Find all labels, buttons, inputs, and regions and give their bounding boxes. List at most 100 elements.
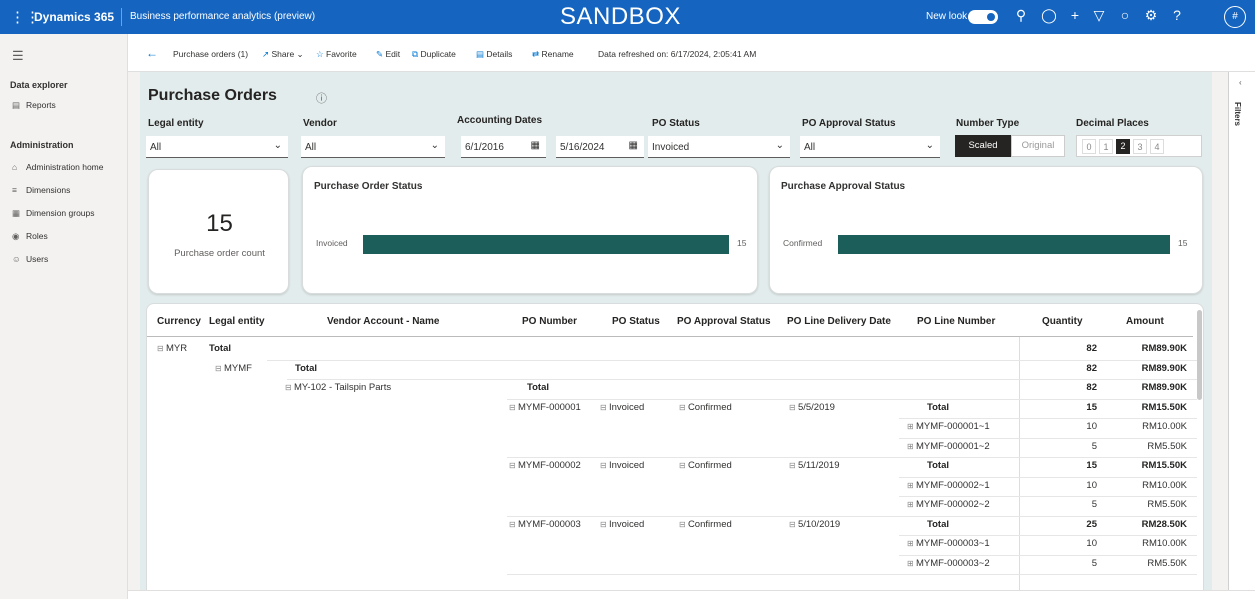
collapse-icon[interactable]: ⊟	[789, 520, 798, 529]
module-name[interactable]: Business performance analytics (preview)	[130, 11, 315, 22]
avatar[interactable]: #	[1224, 6, 1246, 28]
po-approval-cell[interactable]: ⊟ Confirmed	[679, 402, 732, 413]
help-icon[interactable]: ⓘ	[316, 90, 327, 106]
decimal-option-2[interactable]: 2	[1116, 139, 1130, 154]
column-header-amount[interactable]: Amount	[1126, 316, 1164, 327]
po-status-dropdown[interactable]: Invoiced ⌄	[648, 136, 790, 158]
po-number-cell[interactable]: ⊟ MYMF-000002	[509, 460, 581, 471]
column-header-currency[interactable]: Currency	[157, 316, 201, 327]
po-line-number-cell[interactable]: ⊞ MYMF-000003~2	[907, 558, 990, 569]
filters-pane-label[interactable]: Filters	[1233, 102, 1242, 126]
po-approval-status-chart[interactable]: Purchase Approval Status Confirmed 15	[769, 166, 1203, 294]
breadcrumb[interactable]: Purchase orders (1)	[173, 49, 248, 59]
vendor-cell[interactable]: ⊟ MY-102 - Tailspin Parts	[285, 382, 391, 393]
expand-icon[interactable]: ⊞	[907, 481, 916, 490]
po-line-number-cell[interactable]: ⊞ MYMF-000002~2	[907, 499, 990, 510]
delivery-date-cell[interactable]: ⊟ 5/10/2019	[789, 519, 840, 530]
back-arrow-icon[interactable]: ←	[146, 46, 158, 60]
collapse-icon[interactable]: ⊟	[285, 383, 294, 392]
currency-cell[interactable]: ⊟ MYR	[157, 343, 187, 354]
collapse-icon[interactable]: ⊟	[600, 403, 609, 412]
settings-icon[interactable]: ⚙	[1142, 7, 1160, 24]
expand-icon[interactable]: ⊞	[907, 422, 916, 431]
po-line-number-cell[interactable]: ⊞ MYMF-000001~2	[907, 441, 990, 452]
notification-icon[interactable]: ○	[1116, 7, 1134, 23]
bar[interactable]	[838, 235, 1170, 254]
decimal-option-3[interactable]: 3	[1133, 139, 1147, 154]
expand-icon[interactable]: ⊞	[907, 500, 916, 509]
kpi-card[interactable]: 15 Purchase order count	[148, 169, 289, 294]
filter-icon[interactable]: ▽	[1090, 7, 1108, 24]
collapse-icon[interactable]: ⊟	[509, 403, 518, 412]
po-approval-status-dropdown[interactable]: All ⌄	[800, 136, 940, 158]
column-header-po-line-number[interactable]: PO Line Number	[917, 316, 995, 327]
vendor-dropdown[interactable]: All ⌄	[301, 136, 445, 158]
column-header-po-approval-status[interactable]: PO Approval Status	[677, 316, 771, 327]
po-status-cell[interactable]: ⊟ Invoiced	[600, 402, 644, 413]
start-date-input[interactable]: 6/1/2016 ▦	[461, 136, 546, 158]
column-header-quantity[interactable]: Quantity	[1042, 316, 1083, 327]
collapse-icon[interactable]: ⊟	[679, 461, 688, 470]
add-icon[interactable]: +	[1066, 7, 1084, 23]
end-date-input[interactable]: 5/16/2024 ▦	[556, 136, 644, 158]
rename-button[interactable]: ⇄ Rename	[532, 49, 574, 60]
help-icon[interactable]: ?	[1168, 7, 1186, 23]
edit-button[interactable]: ✎ Edit	[376, 49, 400, 60]
hamburger-icon[interactable]: ☰	[12, 48, 24, 64]
collapse-icon[interactable]: ⊟	[215, 364, 224, 373]
column-header-vendor[interactable]: Vendor Account - Name	[327, 316, 439, 327]
delivery-date-cell[interactable]: ⊟ 5/5/2019	[789, 402, 835, 413]
nav-item-reports[interactable]: ▤ Reports	[12, 100, 56, 111]
expand-icon[interactable]: ⊞	[907, 539, 916, 548]
po-status-chart[interactable]: Purchase Order Status Invoiced 15	[302, 166, 758, 294]
po-status-cell[interactable]: ⊟ Invoiced	[600, 519, 644, 530]
search-icon[interactable]: ⚲	[1012, 7, 1030, 24]
new-look-toggle[interactable]	[968, 10, 998, 24]
collapse-icon[interactable]: ⊟	[679, 403, 688, 412]
collapse-icon[interactable]: ⊟	[679, 520, 688, 529]
po-line-number-cell[interactable]: ⊞ MYMF-000003~1	[907, 538, 990, 549]
nav-item-dimension-groups[interactable]: ▦ Dimension groups	[12, 208, 95, 219]
favorite-button[interactable]: ☆ Favorite	[316, 49, 357, 60]
po-status-cell[interactable]: ⊟ Invoiced	[600, 460, 644, 471]
po-number-cell[interactable]: ⊟ MYMF-000003	[509, 519, 581, 530]
nav-item-roles[interactable]: ◉ Roles	[12, 231, 48, 242]
po-number-cell[interactable]: ⊟ MYMF-000001	[509, 402, 581, 413]
collapse-icon[interactable]: ⊟	[509, 520, 518, 529]
po-line-number-cell[interactable]: ⊞ MYMF-000002~1	[907, 480, 990, 491]
collapse-icon[interactable]: ⊟	[509, 461, 518, 470]
original-button[interactable]: Original	[1011, 135, 1065, 157]
collapse-icon[interactable]: ⊟	[789, 403, 798, 412]
delivery-date-cell[interactable]: ⊟ 5/11/2019	[789, 460, 840, 471]
expand-icon[interactable]: ⊞	[907, 559, 916, 568]
column-header-po-status[interactable]: PO Status	[612, 316, 660, 327]
legal-entity-dropdown[interactable]: All ⌄	[146, 136, 288, 158]
column-header-po-number[interactable]: PO Number	[522, 316, 577, 327]
nav-item-administration-home[interactable]: ⌂ Administration home	[12, 162, 103, 172]
collapse-icon[interactable]: ⊟	[157, 344, 166, 353]
column-header-legal-entity[interactable]: Legal entity	[209, 316, 265, 327]
nav-item-dimensions[interactable]: ≡ Dimensions	[12, 185, 70, 195]
lightbulb-icon[interactable]: ◯	[1040, 7, 1058, 24]
decimal-option-0[interactable]: 0	[1082, 139, 1096, 154]
share-button[interactable]: ↗ Share ⌄	[262, 49, 304, 60]
po-approval-cell[interactable]: ⊟ Confirmed	[679, 460, 732, 471]
app-name[interactable]: Dynamics 365	[34, 10, 114, 24]
collapse-icon[interactable]: ⊟	[600, 520, 609, 529]
collapse-icon[interactable]: ⊟	[600, 461, 609, 470]
bar[interactable]	[363, 235, 729, 254]
decimal-option-1[interactable]: 1	[1099, 139, 1113, 154]
expand-icon[interactable]: ⊞	[907, 442, 916, 451]
details-button[interactable]: ▤ Details	[476, 49, 512, 60]
column-header-po-line-delivery-date[interactable]: PO Line Delivery Date	[787, 316, 891, 327]
decimal-option-4[interactable]: 4	[1150, 139, 1164, 154]
collapse-icon[interactable]: ⊟	[789, 461, 798, 470]
duplicate-button[interactable]: ⧉ Duplicate	[412, 49, 456, 60]
po-line-number-cell[interactable]: ⊞ MYMF-000001~1	[907, 421, 990, 432]
scrollbar[interactable]	[1197, 310, 1202, 400]
scaled-button[interactable]: Scaled	[955, 135, 1011, 157]
legal-entity-cell[interactable]: ⊟ MYMF	[215, 363, 252, 374]
po-approval-cell[interactable]: ⊟ Confirmed	[679, 519, 732, 530]
nav-item-users[interactable]: ☺ Users	[12, 254, 48, 264]
collapse-icon[interactable]: ‹	[1239, 78, 1242, 87]
